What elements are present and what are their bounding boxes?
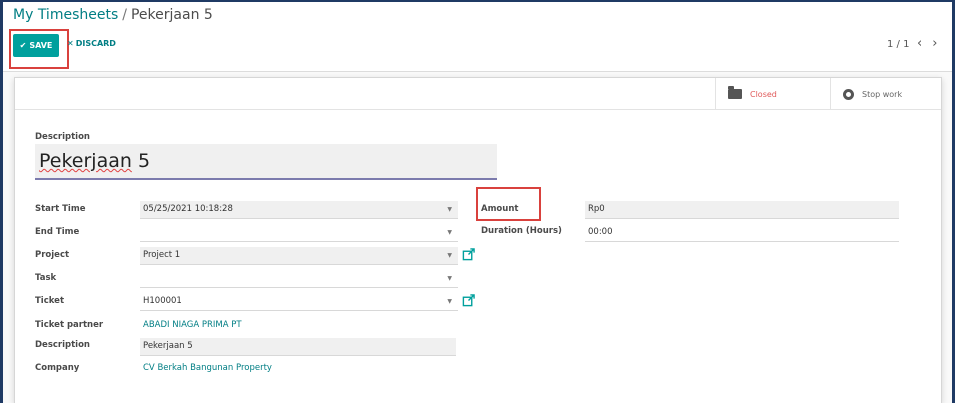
closed-stat-button[interactable]: Closed: [715, 78, 830, 110]
duration-field[interactable]: 00:00: [585, 224, 899, 242]
breadcrumb-parent-link[interactable]: My Timesheets: [13, 7, 118, 23]
save-highlight-box: [9, 29, 69, 69]
amount-field[interactable]: Rp0: [585, 201, 899, 219]
end-time-label: End Time: [35, 227, 80, 237]
caret-down-icon: ▼: [447, 298, 452, 305]
breadcrumb: My Timesheets / Pekerjaan 5: [13, 7, 213, 23]
project-value: Project 1: [143, 250, 181, 260]
breadcrumb-separator: /: [122, 7, 127, 23]
closed-stat-label: Closed: [750, 89, 777, 99]
description2-label: Description: [35, 340, 90, 350]
project-label: Project: [35, 250, 70, 260]
amount-highlight-box: [476, 187, 541, 221]
caret-down-icon: ▼: [447, 206, 452, 213]
description-label: Description: [35, 132, 90, 142]
ticket-value: H100001: [143, 296, 182, 306]
external-link-icon[interactable]: [462, 248, 475, 261]
caret-down-icon: ▼: [447, 229, 452, 236]
external-link-icon[interactable]: [462, 294, 475, 307]
caret-down-icon: ▼: [447, 275, 452, 282]
pager-nav: ‹ ›: [917, 36, 937, 51]
start-time-label: Start Time: [35, 204, 86, 214]
company-link[interactable]: CV Berkah Bangunan Property: [143, 363, 272, 373]
project-field[interactable]: Project 1 ▼: [140, 247, 458, 265]
ticket-field[interactable]: H100001 ▼: [140, 293, 458, 311]
end-time-field[interactable]: ▼: [140, 224, 458, 242]
pager-counter[interactable]: 1 / 1: [887, 39, 909, 50]
discard-button-label: DISCARD: [75, 39, 116, 48]
description-title-text: Pekerjaan 5: [39, 150, 151, 172]
start-time-value: 05/25/2021 10:18:28: [143, 204, 233, 214]
close-icon: ✕: [67, 39, 74, 48]
description2-field[interactable]: Pekerjaan 5: [140, 338, 456, 356]
description-title-input[interactable]: Pekerjaan 5: [35, 144, 497, 180]
ticket-label: Ticket: [35, 296, 65, 306]
description2-value: Pekerjaan 5: [143, 341, 193, 351]
breadcrumb-current: Pekerjaan 5: [130, 7, 213, 23]
ticket-partner-label: Ticket partner: [35, 320, 104, 330]
ticket-partner-link[interactable]: ABADI NIAGA PRIMA PT: [143, 320, 242, 330]
caret-down-icon: ▼: [447, 252, 452, 259]
folder-icon: [728, 86, 742, 99]
task-field[interactable]: ▼: [140, 270, 458, 288]
amount-value: Rp0: [588, 204, 605, 214]
stop-work-button[interactable]: Stop work: [830, 78, 941, 110]
task-label: Task: [35, 273, 57, 283]
form-sheet: Closed Stop work Description Pekerjaan 5…: [14, 77, 942, 403]
discard-button[interactable]: ✕ DISCARD: [67, 39, 116, 48]
company-label: Company: [35, 363, 80, 373]
button-box: Closed Stop work: [15, 78, 941, 110]
duration-label: Duration (Hours): [481, 226, 562, 236]
stop-work-label: Stop work: [862, 89, 903, 99]
duration-value: 00:00: [588, 227, 613, 237]
chevron-left-icon[interactable]: ‹: [917, 36, 922, 51]
start-time-field[interactable]: 05/25/2021 10:18:28 ▼: [140, 201, 458, 219]
control-panel: My Timesheets / Pekerjaan 5 ✔ SAVE ✕ DISCA…: [3, 2, 952, 72]
chevron-right-icon[interactable]: ›: [932, 36, 937, 51]
stop-icon: [843, 88, 854, 100]
